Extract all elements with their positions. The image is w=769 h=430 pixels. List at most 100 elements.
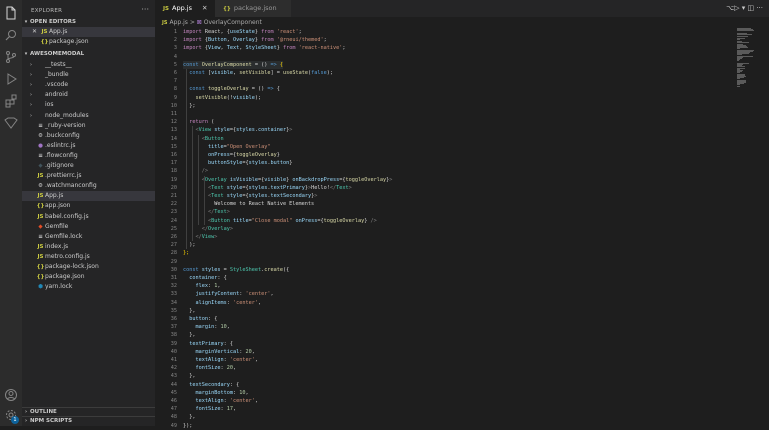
minimap-line [737,30,754,32]
code-token: View [208,45,221,52]
minimap[interactable] [735,28,757,88]
open-editor-item[interactable]: {}package.json [22,37,155,47]
line-number: 19 [170,176,177,183]
source-control-icon[interactable] [4,50,18,64]
code-token: ] = [270,70,283,76]
code-token: Hello! [311,184,330,191]
file-tree-item[interactable]: ≡ .flowconfig [22,151,155,161]
file-type-icon: ≡ [38,233,43,240]
code-token: from [261,37,277,44]
file-tree-item[interactable]: ⚙ .buckconfig [22,131,155,141]
code-line: import {Button, Overlay} from '@rneui/th… [183,36,327,44]
minimap-line [737,85,740,87]
code-token: : { [229,381,240,388]
code-token: { [273,86,280,93]
tab-app-js[interactable]: JS App.js ✕ [155,0,215,17]
file-tree-item[interactable]: › .vscode [22,80,155,90]
line-number: 2 [173,37,177,44]
code-token: fontSize [195,365,221,372]
file-tree-item[interactable]: JS babel.config.js [22,212,155,222]
close-icon[interactable]: ✕ [32,27,40,37]
file-tree-item[interactable]: ≡ Gemfile.lock [22,232,155,242]
code-token: > [314,193,318,199]
accounts-icon[interactable] [4,388,18,402]
breadcrumb-symbol[interactable]: OverlayComponent [204,19,262,26]
npm-scripts-header[interactable]: › NPM SCRIPTS [22,416,155,426]
file-tree-item[interactable]: {}package.json [22,272,155,282]
minimap-line [737,38,740,40]
code-token: create [264,266,283,273]
search-icon[interactable] [4,28,18,42]
chevron-right-icon: › [30,112,32,119]
tab-package-json[interactable]: {} package.json [215,0,291,17]
open-editor-item[interactable]: ✕ JS App.js [22,27,155,37]
indent-guide [192,126,193,242]
code-editor[interactable]: 1 import React, {useState} from 'react'; 2… [155,28,735,429]
file-tree-item[interactable]: › _bundle [22,70,155,80]
code-token: "Close modal" [251,217,296,224]
line-number: 48 [170,414,177,421]
file-tree-label: index.js [45,242,69,250]
line-number: 20 [170,184,177,191]
breadcrumb-file[interactable]: App.js [169,19,187,26]
code-line: </Text> [183,208,230,216]
file-tree-item[interactable]: {}package-lock.json [22,262,155,272]
file-tree-item[interactable]: {}app.json [22,201,155,211]
line-number: 23 [170,209,177,216]
file-tree-item[interactable]: ◆ .gitignore [22,161,155,171]
file-tree-item[interactable]: JS metro.config.js [22,252,155,262]
code-token: View [201,234,215,240]
line-number: 8 [173,86,177,93]
file-tree-item[interactable]: ● .eslintrc.js [22,141,155,151]
file-tree-item[interactable]: ◆ Gemfile [22,222,155,232]
file-tree-item[interactable]: › ios [22,100,155,110]
code-token: > [348,184,352,191]
chevron-right-icon: › [30,82,32,89]
code-token: > [226,209,230,216]
symbol-icon: ⊠ [196,19,202,26]
code-token: StyleSheet [229,266,262,273]
code-line: textAlign: 'center', [183,397,258,405]
code-line: </Overlay> [183,225,233,233]
line-number: 13 [170,127,177,134]
code-token: > [214,234,218,240]
code-token: alignItems [195,299,227,306]
file-tree-item[interactable]: › node_modules [22,111,155,121]
gitlens-icon[interactable] [4,116,18,130]
code-line: fontSize: 20, [183,364,237,372]
code-token: Overlay [204,176,230,183]
code-token: onPress [295,217,318,224]
explorer-icon[interactable] [4,6,18,20]
file-tree-item[interactable]: JS App.js [22,191,155,202]
code-line: }, [183,372,195,380]
code-line: <Text style={styles.textPrimary}>Hello!<… [183,184,352,192]
vertical-scrollbar[interactable] [757,28,763,426]
file-tree-item[interactable]: › android [22,90,155,100]
more-actions-icon[interactable]: ··· [141,5,149,14]
code-token: import [183,37,205,44]
close-icon[interactable]: ✕ [202,4,207,12]
project-header[interactable]: ▾ AWESOMEMODAL [22,50,155,59]
extensions-icon[interactable] [4,94,18,108]
file-tree-item[interactable]: JS .prettierrc.js [22,171,155,181]
file-tree-item[interactable]: ⚙ .watchmanconfig [22,181,155,191]
code-token: , [226,324,230,331]
file-tree-item[interactable]: › __tests__ [22,60,155,70]
file-tree-item[interactable]: JS index.js [22,242,155,252]
line-number: 15 [170,143,177,150]
code-line: const [visible, setVisible] = useState(f… [183,69,333,77]
code-token: View [198,127,215,134]
open-editors-header[interactable]: ▾ OPEN EDITORS [22,18,155,27]
code-token: textPrimary [270,184,305,191]
code-token: StyleSheet [245,45,277,52]
code-token: 'center' [229,398,255,404]
code-line: }; [183,102,195,110]
file-type-icon: {} [36,274,45,281]
run-debug-icon[interactable] [4,72,18,86]
file-tree-item[interactable]: ≡ _ruby-version [22,121,155,131]
code-token: textPrimary [189,340,224,347]
code-token: : { [217,275,227,281]
file-tree-item[interactable]: ⬢ yarn.lock [22,282,155,292]
code-token: styles [248,193,268,199]
editor-actions[interactable]: ⌥▷ ▾ ◫ ··· [726,4,763,12]
